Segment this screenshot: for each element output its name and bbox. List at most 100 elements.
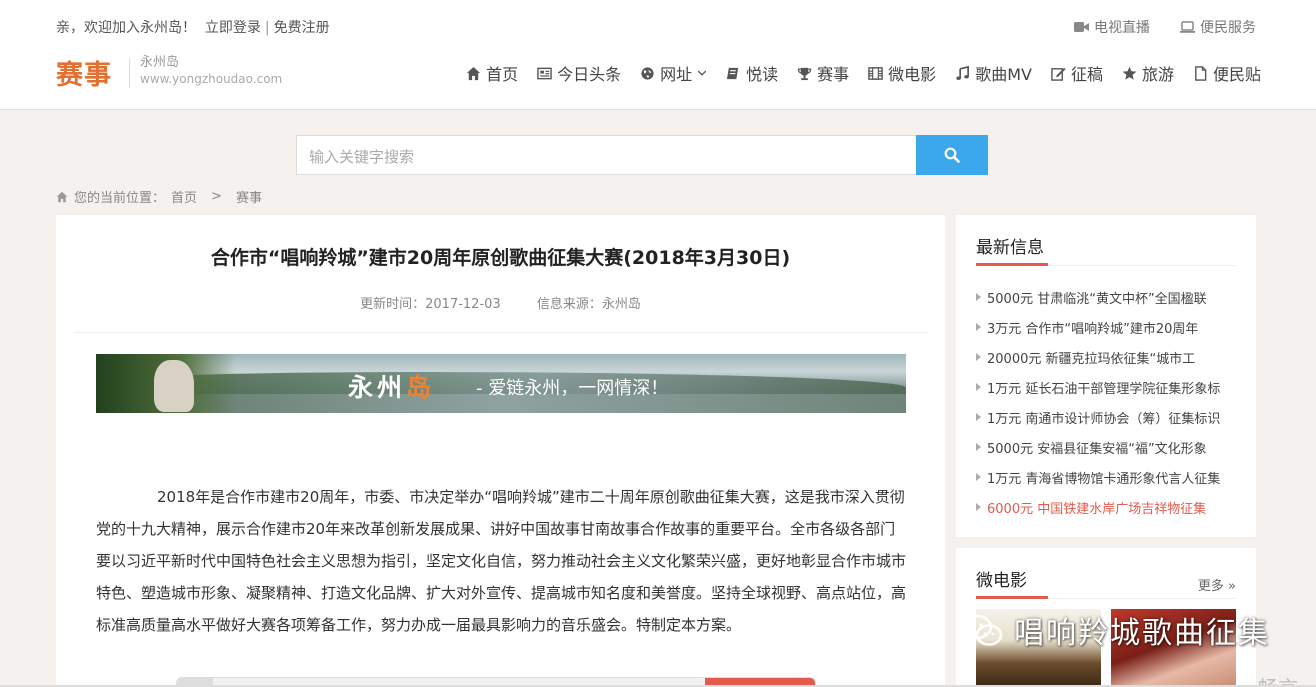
- list-item[interactable]: 5000元 甘肃临洮“黄文中杯”全国楹联: [976, 282, 1238, 312]
- newspaper-icon: [537, 67, 552, 79]
- nav-item-travel[interactable]: 旅游: [1122, 61, 1174, 85]
- nav-label: 网址: [660, 65, 693, 84]
- chevron-down-icon: [697, 70, 707, 76]
- list-item[interactable]: 3万元 合作市“唱响羚城”建市20周年: [976, 312, 1238, 342]
- nav-item-headlines[interactable]: 今日头条: [537, 61, 621, 85]
- list-item[interactable]: 20000元 新疆克拉玛依征集“城市工: [976, 342, 1238, 372]
- banner-logo-a: 永州: [348, 373, 407, 402]
- laptop-icon: [1180, 21, 1195, 33]
- list-item[interactable]: 1万元 南通市设计师协会（筹）征集标识: [976, 402, 1238, 432]
- book-icon: [727, 67, 739, 79]
- article-source: 信息来源：永州岛: [536, 297, 641, 312]
- trophy-icon: [797, 67, 812, 80]
- nav-label: 今日头条: [557, 65, 622, 84]
- nav-item-reading[interactable]: 悦读: [726, 61, 778, 85]
- nav-label: 歌曲MV: [975, 65, 1032, 84]
- register-link[interactable]: 免费注册: [274, 20, 330, 36]
- list-item[interactable]: 5000元 安福县征集安福“福”文化形象: [976, 432, 1238, 462]
- news-link[interactable]: 1万元 南通市设计师协会（筹）征集标识: [987, 408, 1220, 427]
- nav-item-websites[interactable]: 网址: [640, 61, 707, 85]
- wechat-icon: [961, 614, 1003, 646]
- tv-live-label: 电视直播: [1094, 20, 1150, 36]
- article-title: 合作市“唱响羚城”建市20周年原创歌曲征集大赛(2018年3月30日): [210, 247, 791, 269]
- bullet-arrow-icon: [976, 413, 981, 421]
- double-chevron-right-icon: »: [1228, 579, 1236, 594]
- nav-label: 赛事: [817, 65, 850, 84]
- news-link[interactable]: 5000元 甘肃临洮“黄文中杯”全国楹联: [987, 288, 1207, 307]
- news-link[interactable]: 1万元 延长石油干部管理学院征集形象标: [987, 378, 1220, 397]
- nav-item-notices[interactable]: 便民贴: [1193, 61, 1261, 85]
- logo-divider: [129, 58, 130, 88]
- nav-label: 旅游: [1141, 65, 1174, 84]
- search-icon: [944, 147, 960, 163]
- more-link[interactable]: 更多 »: [1198, 575, 1236, 594]
- more-label: 更多: [1197, 579, 1224, 594]
- banner-tagline: - 爱链永州，一网情深！: [476, 378, 669, 399]
- edit-icon: [1051, 67, 1066, 81]
- news-link[interactable]: 6000元 中国铁建水岸广场吉祥物征集: [987, 498, 1206, 517]
- search-input[interactable]: 输入关键字搜索: [296, 135, 917, 175]
- film-icon: [868, 66, 883, 80]
- list-item[interactable]: 6000元 中国铁建水岸广场吉祥物征集: [976, 492, 1238, 522]
- logo-subtitle: 永州岛 www.yongzhoudao.com: [140, 55, 282, 87]
- article-body: 2018年是合作市建市20周年，市委、市决定举办“唱响羚城”建市二十周年原创歌曲…: [96, 488, 907, 634]
- latest-news-list: 5000元 甘肃临洮“黄文中杯”全国楹联 3万元 合作市“唱响羚城”建市20周年…: [976, 282, 1238, 522]
- wechat-watermark: 唱响羚城歌曲征集: [960, 608, 1270, 652]
- topbar-links: 电视直播 便民服务: [1074, 17, 1256, 37]
- nav-item-contests[interactable]: 赛事: [797, 61, 849, 85]
- main-nav: 首页 今日头条 网址 悦读 赛事 微电影 歌曲MV 征稿 旅游 便民贴: [466, 61, 1261, 85]
- nav-label: 微电影: [888, 65, 937, 84]
- news-link[interactable]: 3万元 合作市“唱响羚城”建市20周年: [987, 318, 1198, 337]
- article-meta: 更新时间：2017-12-03 信息来源：永州岛: [56, 293, 945, 312]
- nav-label: 便民贴: [1212, 65, 1261, 84]
- nav-item-micro-film[interactable]: 微电影: [868, 61, 936, 85]
- article-divider: [74, 332, 927, 333]
- nav-item-submissions[interactable]: 征稿: [1051, 61, 1103, 85]
- search-button[interactable]: [916, 135, 988, 175]
- services-label: 便民服务: [1200, 20, 1256, 36]
- star-icon: [1122, 66, 1137, 80]
- banner-logo: 永州岛: [348, 368, 435, 404]
- services-link[interactable]: 便民服务: [1180, 17, 1256, 37]
- site-logo[interactable]: 赛事: [56, 53, 112, 92]
- header: 亲，欢迎加入永州岛！ 立即登录 | 免费注册 电视直播 便民服务 赛事 永州岛 ww…: [0, 0, 1316, 110]
- news-link[interactable]: 5000元 安福县征集安福“福”文化形象: [987, 438, 1207, 457]
- banner-logo-b: 岛: [406, 373, 436, 402]
- home-icon: [56, 191, 68, 202]
- nav-item-home[interactable]: 首页: [466, 61, 518, 85]
- file-icon: [1195, 65, 1207, 81]
- article-panel: 合作市“唱响羚城”建市20周年原创歌曲征集大赛(2018年3月30日) 更新时间…: [56, 215, 945, 687]
- bullet-arrow-icon: [976, 383, 981, 391]
- breadcrumb-prefix: 您的当前位置：: [74, 191, 166, 206]
- list-item[interactable]: 1万元 青海省博物馆卡通形象代言人征集: [976, 462, 1238, 492]
- globe-icon: [641, 66, 654, 80]
- breadcrumb-home[interactable]: 首页: [171, 187, 197, 206]
- latest-news-title: 最新信息: [976, 238, 1044, 258]
- watermark-text: 唱响羚城歌曲征集: [1014, 616, 1270, 651]
- topbar-welcome: 亲，欢迎加入永州岛！ 立即登录 | 免费注册: [56, 17, 330, 37]
- site-banner-image: 永州岛 - 爱链永州，一网情深！: [96, 354, 906, 413]
- banner-rock: [154, 360, 194, 412]
- site-name: 永州岛: [140, 55, 180, 70]
- news-link[interactable]: 1万元 青海省博物馆卡通形象代言人征集: [987, 468, 1220, 487]
- nav-label: 悦读: [746, 65, 779, 84]
- nav-label: 首页: [486, 65, 519, 84]
- micro-film-title: 微电影: [976, 571, 1027, 591]
- video-camera-icon: [1074, 22, 1089, 32]
- music-icon: [956, 65, 970, 80]
- tv-live-link[interactable]: 电视直播: [1074, 17, 1150, 37]
- bullet-arrow-icon: [976, 443, 981, 451]
- breadcrumb-current[interactable]: 赛事: [236, 187, 262, 206]
- topbar-separator: |: [264, 20, 270, 36]
- welcome-text: 亲，欢迎加入永州岛！: [56, 20, 196, 36]
- home-icon: [467, 66, 481, 80]
- news-link[interactable]: 20000元 新疆克拉玛依征集“城市工: [987, 348, 1195, 367]
- title-underline: [976, 263, 1048, 266]
- title-underline: [976, 596, 1048, 599]
- bullet-arrow-icon: [976, 353, 981, 361]
- nav-item-music-mv[interactable]: 歌曲MV: [955, 61, 1032, 85]
- list-item[interactable]: 1万元 延长石油干部管理学院征集形象标: [976, 372, 1238, 402]
- bullet-arrow-icon: [976, 323, 981, 331]
- breadcrumb: 您的当前位置： 首页 > 赛事: [56, 187, 262, 206]
- login-link[interactable]: 立即登录: [205, 20, 261, 36]
